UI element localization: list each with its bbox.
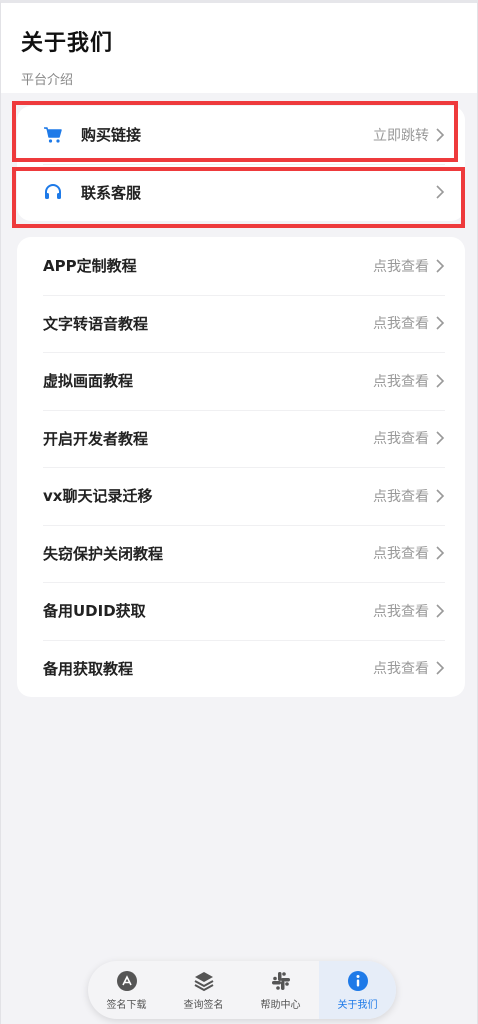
tab-label: 签名下载	[106, 999, 147, 1011]
page-title: 关于我们	[21, 31, 114, 56]
layers-icon	[194, 971, 213, 991]
chevron-right-icon	[436, 546, 445, 560]
page-header: 关于我们 平台介绍	[1, 3, 477, 93]
tutorial-row[interactable]: 开启开发者教程 点我查看	[17, 409, 465, 468]
bottom-tab-bar: 签名下载 查询签名 帮助中心 关于我们	[88, 961, 396, 1019]
tutorial-label: vx聊天记录迁移	[43, 487, 153, 506]
tutorial-row[interactable]: 备用获取教程 点我查看	[17, 639, 465, 698]
chevron-right-icon	[436, 316, 445, 330]
tutorial-label: 备用获取教程	[43, 659, 134, 678]
tutorial-row[interactable]: vx聊天记录迁移 点我查看	[17, 467, 465, 525]
tab-sign-download[interactable]: 签名下载	[88, 961, 165, 1019]
view-action: 点我查看	[373, 431, 429, 448]
view-action: 点我查看	[373, 488, 429, 505]
view-action: 点我查看	[373, 373, 429, 390]
app-page: 关于我们 平台介绍 购买链接 立即跳转 联系客服 APP定制教程 点我查看 文字…	[0, 0, 478, 1024]
view-action: 点我查看	[373, 603, 429, 620]
tab-label: 查询签名	[183, 999, 224, 1011]
tutorial-label: 备用UDID获取	[43, 602, 146, 621]
tutorial-row[interactable]: 文字转语音教程 点我查看	[17, 294, 465, 353]
slack-icon	[271, 971, 290, 990]
tutorial-row[interactable]: APP定制教程 点我查看	[17, 237, 465, 295]
tutorial-row[interactable]: 虚拟画面教程 点我查看	[17, 352, 465, 410]
app-store-icon	[116, 970, 137, 991]
chevron-right-icon	[436, 604, 445, 618]
tutorial-row[interactable]: 备用UDID获取 点我查看	[17, 582, 465, 640]
tutorial-label: 虚拟画面教程	[43, 372, 134, 391]
highlight-box-purchase	[12, 101, 458, 162]
tutorials-card: APP定制教程 点我查看 文字转语音教程 点我查看 虚拟画面教程 点我查看 开启开发者教程点…	[17, 237, 465, 697]
view-action: 点我查看	[373, 316, 429, 333]
tutorial-label: 文字转语音教程	[43, 314, 149, 333]
tutorial-label: 开启开发者教程	[43, 429, 149, 448]
chevron-right-icon	[436, 661, 445, 675]
info-icon	[347, 970, 368, 991]
view-action: 点我查看	[373, 258, 429, 275]
tutorial-label: APP定制教程	[43, 257, 137, 276]
tab-help-center[interactable]: 帮助中心	[242, 961, 319, 1019]
tab-about-us[interactable]: 关于我们	[319, 961, 396, 1019]
tab-label: 关于我们	[337, 999, 378, 1011]
tab-label: 帮助中心	[260, 999, 301, 1011]
highlight-box-contact	[12, 167, 465, 228]
tutorial-row[interactable]: 失窃保护关闭教程 点我查看	[17, 524, 465, 583]
view-action: 点我查看	[373, 546, 429, 563]
page-subtitle: 平台介绍	[21, 73, 74, 88]
view-action: 点我查看	[373, 661, 429, 678]
tab-query-sign[interactable]: 查询签名	[165, 961, 242, 1019]
chevron-right-icon	[436, 259, 445, 273]
chevron-right-icon	[436, 431, 445, 445]
tutorial-label: 失窃保护关闭教程	[43, 544, 164, 563]
chevron-right-icon	[436, 374, 445, 388]
chevron-right-icon	[436, 489, 445, 503]
